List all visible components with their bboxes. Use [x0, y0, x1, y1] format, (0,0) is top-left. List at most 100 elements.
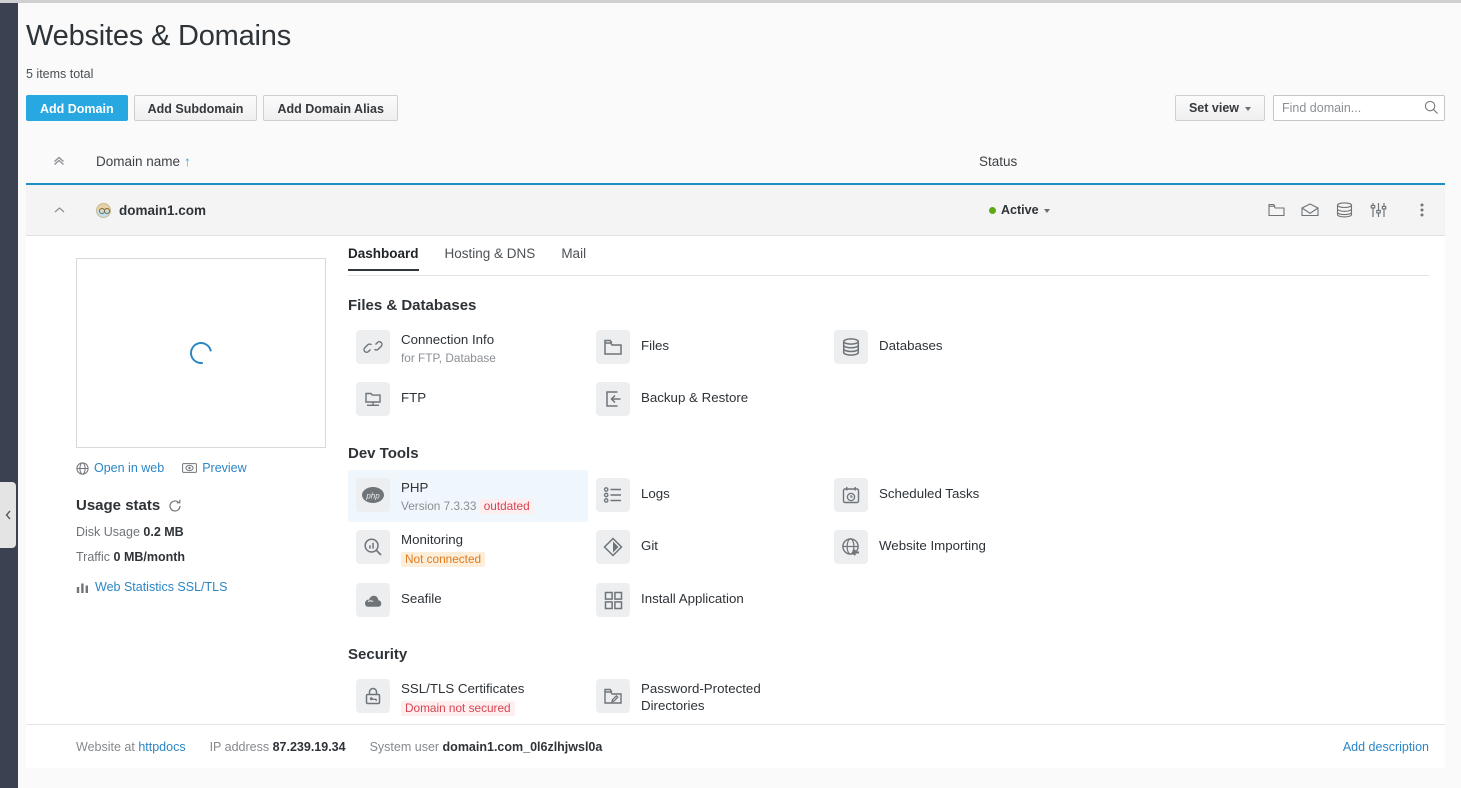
site-preview-panel: Open in web Preview: [26, 246, 326, 724]
column-header-domain-name-label: Domain name: [96, 154, 180, 169]
domain-name-link[interactable]: domain1.com: [119, 203, 206, 218]
tile-text: SSL/TLS Certificates Domain not secured: [401, 679, 524, 716]
system-user-label: System user: [370, 740, 439, 754]
system-user-value: domain1.com_0l6zlhjwsl0a: [443, 740, 603, 754]
tile-label: FTP: [401, 390, 426, 405]
page-title: Websites & Domains: [26, 19, 1445, 53]
tile-ssl-certificates[interactable]: SSL/TLS Certificates Domain not secured: [348, 671, 588, 724]
dashboard-panel: Dashboard Hosting & DNS Mail Files & Dat…: [326, 246, 1445, 724]
svg-text:php: php: [365, 492, 380, 501]
domain-row: domain1.com Active: [26, 185, 1445, 236]
domain-status[interactable]: Active: [989, 203, 1050, 217]
set-view-button[interactable]: Set view: [1175, 95, 1265, 121]
sidebar-collapse-handle[interactable]: [0, 482, 16, 548]
tile-text: Website Importing: [879, 530, 986, 555]
tile-seafile[interactable]: Seafile: [348, 575, 588, 625]
tile-files[interactable]: Files: [588, 322, 826, 372]
open-in-web-label: Open in web: [94, 461, 164, 475]
search-input[interactable]: [1273, 95, 1445, 121]
backup-restore-icon: [596, 382, 630, 416]
ssl-lock-icon: [356, 679, 390, 713]
website-importing-icon: [834, 530, 868, 564]
tile-text: Files: [641, 330, 669, 355]
domain-favicon-icon: [96, 203, 111, 218]
search-icon[interactable]: [1424, 100, 1439, 115]
domain-card-body: Open in web Preview: [26, 236, 1445, 724]
tile-text: Install Application: [641, 583, 744, 608]
open-in-web-link[interactable]: Open in web: [76, 461, 164, 475]
tile-text: Backup & Restore: [641, 382, 748, 407]
tile-scheduled-tasks[interactable]: Scheduled Tasks: [826, 470, 1429, 520]
mail-icon[interactable]: [1299, 199, 1321, 221]
tile-sublabel: Domain not secured: [401, 701, 524, 716]
ip-address-value: 87.239.19.34: [273, 740, 346, 754]
tile-php[interactable]: php PHP Version 7.3.33 outdated: [348, 470, 588, 522]
add-domain-button[interactable]: Add Domain: [26, 95, 128, 121]
sliders-icon[interactable]: [1367, 199, 1389, 221]
tile-connection-info[interactable]: Connection Info for FTP, Database: [348, 322, 588, 374]
folder-icon[interactable]: [1265, 199, 1287, 221]
add-subdomain-button[interactable]: Add Subdomain: [134, 95, 258, 121]
httpdocs-link[interactable]: httpdocs: [138, 740, 185, 754]
tile-label: Logs: [641, 486, 670, 501]
tile-backup-restore[interactable]: Backup & Restore: [588, 374, 826, 424]
scheduled-tasks-icon: [834, 478, 868, 512]
tile-label: Files: [641, 338, 669, 353]
tile-label: Connection Info: [401, 332, 494, 347]
kebab-menu-icon[interactable]: [1411, 199, 1433, 221]
tile-text: Monitoring Not connected: [401, 530, 485, 567]
database-icon: [834, 330, 868, 364]
domain-row-collapse-toggle[interactable]: [46, 206, 72, 214]
traffic-row: Traffic 0 MB/month: [76, 550, 326, 564]
tile-text: FTP: [401, 382, 426, 407]
search-field-wrapper: [1273, 95, 1445, 121]
collapse-all-toggle[interactable]: [46, 155, 72, 167]
tile-sublabel: Not connected: [401, 552, 485, 567]
tile-monitoring[interactable]: Monitoring Not connected: [348, 522, 588, 575]
ssl-status-badge: Domain not secured: [401, 701, 515, 716]
tile-website-importing[interactable]: Website Importing: [826, 522, 1429, 572]
site-thumbnail: [76, 258, 326, 448]
preview-link[interactable]: Preview: [182, 461, 246, 475]
refresh-icon[interactable]: [168, 499, 182, 513]
content-shell: Websites & Domains 5 items total Add Dom…: [18, 3, 1461, 788]
php-outdated-badge: outdated: [480, 499, 534, 514]
tab-hosting-dns[interactable]: Hosting & DNS: [445, 246, 536, 269]
tile-git[interactable]: Git: [588, 522, 826, 572]
tile-label: Monitoring: [401, 532, 463, 547]
eye-icon: [182, 462, 197, 474]
database-icon[interactable]: [1333, 199, 1355, 221]
tab-mail[interactable]: Mail: [561, 246, 586, 269]
tile-text: Connection Info for FTP, Database: [401, 330, 496, 366]
domain-row-actions: [1265, 199, 1433, 221]
tile-password-protected-directories[interactable]: Password-Protected Directories: [588, 671, 826, 722]
tile-sublabel: for FTP, Database: [401, 351, 496, 366]
status-chevron-down-icon: [1044, 209, 1050, 213]
tile-sublabel: Version 7.3.33 outdated: [401, 499, 534, 514]
toolbar-right-group: Set view: [1175, 95, 1445, 121]
add-description-link[interactable]: Add description: [1343, 740, 1429, 754]
password-folder-icon: [596, 679, 630, 713]
domain-card: domain1.com Active: [26, 183, 1445, 768]
section-title-security: Security: [348, 646, 1429, 663]
web-statistics-link[interactable]: Web Statistics SSL/TLS: [95, 580, 227, 594]
section-grid-dev-tools: php PHP Version 7.3.33 outdated: [348, 470, 1429, 625]
section-title-files-databases: Files & Databases: [348, 297, 1429, 314]
column-header-status[interactable]: Status: [979, 154, 1017, 169]
web-statistics-row: Web Statistics SSL/TLS: [76, 580, 326, 594]
add-domain-alias-button[interactable]: Add Domain Alias: [263, 95, 398, 121]
tile-text: Logs: [641, 478, 670, 503]
seafile-icon: [356, 583, 390, 617]
ip-address-info: IP address 87.239.19.34: [210, 740, 346, 754]
tab-dashboard[interactable]: Dashboard: [348, 246, 419, 271]
tile-text: Databases: [879, 330, 943, 355]
tile-logs[interactable]: Logs: [588, 470, 826, 520]
tile-install-application[interactable]: Install Application: [588, 575, 826, 625]
column-header-domain-name[interactable]: Domain name↑: [96, 154, 191, 169]
tile-label: Git: [641, 538, 658, 553]
folder-icon: [596, 330, 630, 364]
tile-databases[interactable]: Databases: [826, 322, 1429, 372]
left-nav-rail: [0, 3, 18, 788]
tile-ftp[interactable]: FTP: [348, 374, 588, 424]
monitoring-status-badge: Not connected: [401, 552, 485, 567]
